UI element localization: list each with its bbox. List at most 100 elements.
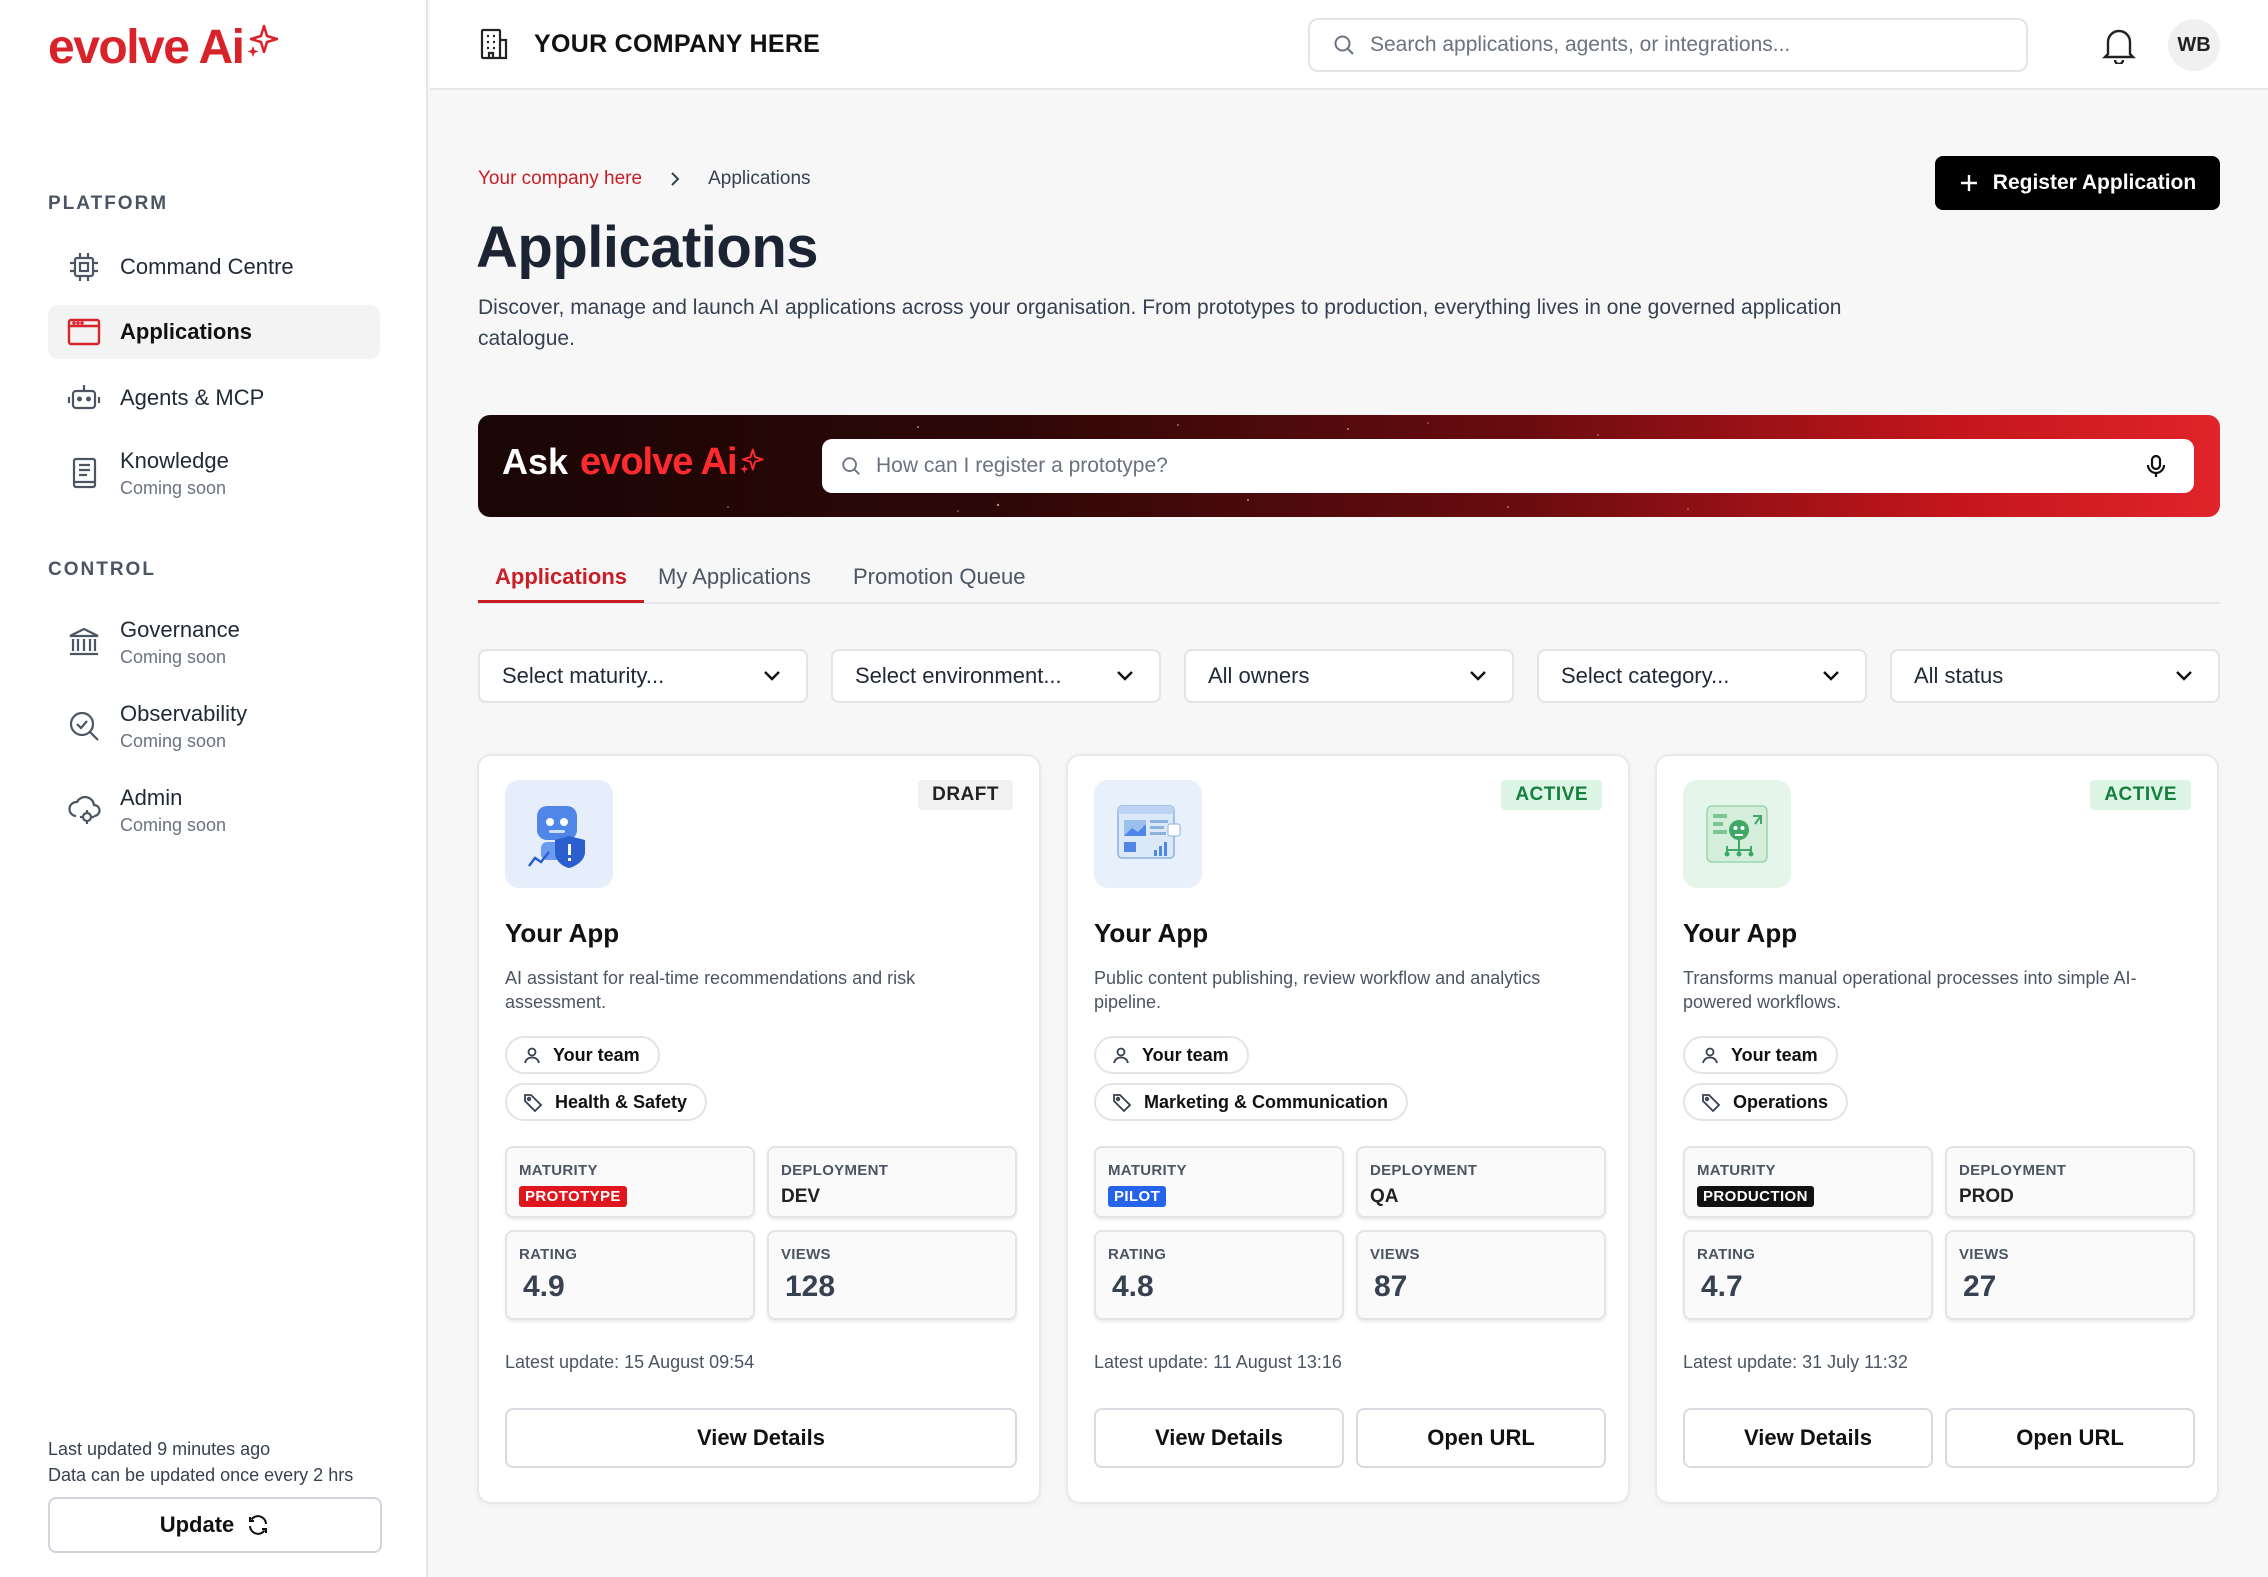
app-thumbnail	[505, 780, 613, 888]
category-chip[interactable]: Operations	[1683, 1083, 1849, 1121]
maturity-pill: PRODUCTION	[1697, 1186, 1814, 1207]
rating-metric: RATING 4.7	[1683, 1230, 1933, 1320]
maturity-pill: PILOT	[1108, 1186, 1167, 1207]
sidebar-item-label: Agents & MCP	[120, 385, 265, 410]
category-chip[interactable]: Health & Safety	[505, 1083, 708, 1121]
company-switcher[interactable]: YOUR COMPANY HERE	[476, 26, 820, 62]
deployment-value: QA	[1370, 1186, 1399, 1207]
app-card[interactable]: ACTIVE Your App Public content publishin…	[1066, 754, 1630, 1504]
metric-label: RATING	[1697, 1246, 1756, 1263]
deployment-metric: DEPLOYMENT DEV	[767, 1146, 1017, 1218]
views-value: 27	[1963, 1270, 1997, 1303]
app-description: Public content publishing, review workfl…	[1094, 968, 1541, 1012]
metric-label: VIEWS	[1959, 1246, 2009, 1263]
search-placeholder: Search applications, agents, or integrat…	[1370, 33, 1791, 56]
tag-icon	[524, 1094, 543, 1112]
section-label-platform: PLATFORM	[48, 193, 169, 214]
sidebar-item-admin[interactable]: Admin Coming soon	[48, 777, 380, 843]
owner-label: Your team	[1142, 1044, 1229, 1065]
sidebar: evolve Ai PLATFORM Command Centre Applic…	[0, 0, 428, 1577]
robot-shield-icon	[528, 806, 585, 868]
owner-chip[interactable]: Your team	[1683, 1036, 1838, 1074]
microphone-icon[interactable]	[2146, 454, 2166, 478]
environment-filter[interactable]: Select environment...	[831, 649, 1161, 703]
search-icon	[842, 457, 860, 475]
view-details-button[interactable]: View Details	[1094, 1408, 1344, 1468]
sidebar-item-command-centre[interactable]: Command Centre	[48, 244, 380, 290]
robot-icon	[48, 380, 120, 416]
maturity-metric: MATURITY PROTOTYPE	[505, 1146, 755, 1218]
update-button[interactable]: Update	[48, 1497, 382, 1553]
filter-value: Select environment...	[855, 663, 1062, 688]
app-name: Your App	[1094, 918, 1209, 948]
tag-icon	[1113, 1094, 1132, 1112]
sidebar-item-label: Command Centre	[120, 254, 294, 279]
views-metric: VIEWS 27	[1945, 1230, 2195, 1320]
evolve-ai-logo[interactable]: evolve Ai	[48, 20, 280, 76]
view-details-button[interactable]: View Details	[1683, 1408, 1933, 1468]
ask-prefix: Ask	[502, 441, 569, 482]
category-label: Health & Safety	[555, 1091, 688, 1112]
sidebar-item-governance[interactable]: Governance Coming soon	[48, 609, 380, 675]
status-filter[interactable]: All status	[1890, 649, 2220, 703]
app-card[interactable]: DRAFT Your App AI assistant for real-tim…	[477, 754, 1041, 1504]
breadcrumb-root-link[interactable]: Your company here	[478, 168, 642, 190]
metric-label: VIEWS	[1370, 1246, 1420, 1263]
section-label-control: CONTROL	[48, 559, 156, 580]
tab-applications[interactable]: Applications	[495, 564, 627, 604]
rating-value: 4.8	[1112, 1270, 1154, 1303]
owner-chip[interactable]: Your team	[505, 1036, 660, 1074]
open-url-button[interactable]: Open URL	[1356, 1408, 1606, 1468]
latest-update: Latest update: 31 July 11:32	[1683, 1352, 1908, 1372]
global-search-input[interactable]: Search applications, agents, or integrat…	[1308, 18, 2028, 72]
search-check-icon	[48, 708, 120, 744]
sidebar-item-observability[interactable]: Observability Coming soon	[48, 693, 380, 759]
view-details-button[interactable]: View Details	[505, 1408, 1017, 1468]
sidebar-item-sublabel: Coming soon	[120, 730, 227, 751]
rating-metric: RATING 4.8	[1094, 1230, 1344, 1320]
category-filter[interactable]: Select category...	[1537, 649, 1867, 703]
sidebar-item-knowledge[interactable]: Knowledge Coming soon	[48, 440, 380, 506]
metric-label: RATING	[519, 1246, 578, 1263]
chevron-down-icon	[1823, 671, 1839, 681]
bell-icon	[2102, 29, 2136, 66]
deployment-value: PROD	[1959, 1186, 2014, 1207]
register-application-button[interactable]: Register Application	[1935, 156, 2220, 210]
update-button-label: Update	[159, 1512, 235, 1537]
owner-chip[interactable]: Your team	[1094, 1036, 1249, 1074]
user-icon	[1113, 1047, 1129, 1064]
app-thumbnail	[1683, 780, 1791, 888]
filter-value: All status	[1914, 663, 2004, 688]
tab-my-applications[interactable]: My Applications	[658, 564, 811, 604]
sidebar-item-agents-mcp[interactable]: Agents & MCP	[48, 375, 380, 421]
chevron-down-icon	[1470, 671, 1486, 681]
sidebar-item-sublabel: Coming soon	[120, 814, 227, 835]
deployment-value: DEV	[781, 1186, 821, 1207]
category-chip[interactable]: Marketing & Communication	[1094, 1083, 1409, 1121]
notifications-button[interactable]	[2100, 24, 2138, 69]
filter-value: All owners	[1208, 663, 1310, 688]
owners-filter[interactable]: All owners	[1184, 649, 1514, 703]
sidebar-item-applications[interactable]: Applications	[48, 305, 380, 359]
user-avatar[interactable]: WB	[2168, 19, 2220, 71]
ask-brand: evolve Ai	[580, 441, 737, 483]
owner-label: Your team	[553, 1044, 640, 1065]
maturity-filter[interactable]: Select maturity...	[478, 649, 808, 703]
latest-update: Latest update: 11 August 13:16	[1094, 1352, 1342, 1372]
building-icon	[480, 28, 508, 60]
company-name: YOUR COMPANY HERE	[534, 29, 821, 58]
chevron-down-icon	[1117, 671, 1133, 681]
cloud-gear-icon	[48, 792, 120, 828]
rating-metric: RATING 4.9	[505, 1230, 755, 1320]
ask-input[interactable]: How can I register a prototype?	[822, 439, 2194, 493]
chevron-down-icon	[764, 671, 780, 681]
latest-update: Latest update: 15 August 09:54	[505, 1352, 755, 1372]
views-value: 87	[1374, 1270, 1408, 1303]
app-card[interactable]: ACTIVE Your App Transforms manual operat…	[1655, 754, 2219, 1504]
category-label: Operations	[1733, 1091, 1829, 1112]
tab-promotion-queue[interactable]: Promotion Queue	[853, 564, 1025, 604]
open-url-button[interactable]: Open URL	[1945, 1408, 2195, 1468]
user-icon	[524, 1047, 540, 1064]
filter-value: Select category...	[1561, 663, 1730, 688]
rating-value: 4.7	[1701, 1270, 1743, 1303]
